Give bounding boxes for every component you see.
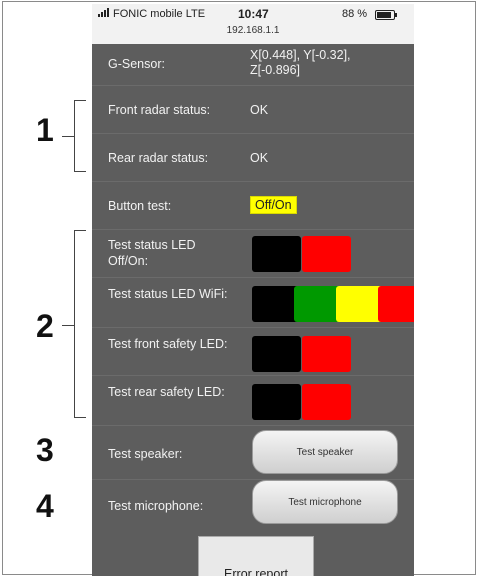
rear-safety-led-on-swatch[interactable] <box>302 384 351 420</box>
row-test-microphone: Test microphone: Test microphone <box>92 480 414 534</box>
battery-icon <box>375 10 397 20</box>
bracket-1-vertical <box>74 100 75 172</box>
bracket-1-pointer <box>62 136 74 137</box>
row-rear-safety-led: Test rear safety LED: <box>92 376 414 426</box>
g-sensor-value: X[0.448], Y[-0.32], Z[-0.896] <box>250 48 351 77</box>
g-sensor-label: G-Sensor: <box>108 57 165 71</box>
carrier-label: FONIC mobile LTE <box>113 8 206 20</box>
callout-4: 4 <box>36 488 54 524</box>
address-bar: 192.168.1.1 <box>226 25 280 36</box>
callout-2: 2 <box>36 308 54 344</box>
rear-safety-led-off-swatch[interactable] <box>252 384 301 420</box>
button-test-status-badge: Off/On <box>250 196 297 214</box>
row-button-test: Button test: Off/On <box>92 182 414 230</box>
bracket-2-top <box>74 230 86 231</box>
test-speaker-label: Test speaker: <box>108 447 183 461</box>
test-microphone-button[interactable]: Test microphone <box>252 480 398 524</box>
phone-screen: FONIC mobile LTE 10:47 88 % 192.168.1.1 … <box>92 4 414 576</box>
led-on-swatch[interactable] <box>302 236 351 272</box>
error-report-button[interactable]: Error report <box>198 536 314 576</box>
front-radar-value: OK <box>250 103 269 117</box>
row-status-led-wifi: Test status LED WiFi: <box>92 278 414 328</box>
button-test-label: Button test: <box>108 199 172 213</box>
row-front-safety-led: Test front safety LED: <box>92 328 414 376</box>
bracket-2-vertical <box>74 230 75 418</box>
row-front-radar: Front radar status: OK <box>92 86 414 134</box>
status-led-wifi-label: Test status LED WiFi: <box>108 287 228 301</box>
front-safety-led-on-swatch[interactable] <box>302 336 351 372</box>
bracket-2-pointer <box>62 325 74 326</box>
carrier-info: FONIC mobile LTE <box>98 8 205 20</box>
front-radar-label: Front radar status: <box>108 103 211 117</box>
test-speaker-button[interactable]: Test speaker <box>252 430 398 474</box>
front-safety-led-off-swatch[interactable] <box>252 336 301 372</box>
rear-radar-value: OK <box>250 151 269 165</box>
callout-1: 1 <box>36 112 54 148</box>
front-safety-led-label: Test front safety LED: <box>108 337 228 351</box>
bracket-1-top <box>74 100 86 101</box>
rear-radar-label: Rear radar status: <box>108 151 209 165</box>
row-test-speaker: Test speaker: Test speaker <box>92 426 414 480</box>
battery-percent: 88 % <box>342 8 368 20</box>
status-led-onoff-label: Test status LED Off/On: <box>108 238 196 268</box>
row-g-sensor: G-Sensor: X[0.448], Y[-0.32], Z[-0.896] <box>92 44 414 86</box>
callout-3: 3 <box>36 432 54 468</box>
led-off-swatch[interactable] <box>252 236 301 272</box>
row-status-led-onoff: Test status LED Off/On: <box>92 230 414 278</box>
status-bar: FONIC mobile LTE 10:47 88 % 192.168.1.1 <box>92 4 414 44</box>
test-microphone-label: Test microphone: <box>108 499 204 513</box>
bracket-2-bottom <box>74 417 86 418</box>
clock: 10:47 <box>238 7 269 21</box>
wifi-led-red-swatch[interactable] <box>378 286 414 322</box>
rear-safety-led-label: Test rear safety LED: <box>108 385 225 399</box>
bracket-1-bottom <box>74 171 86 172</box>
row-rear-radar: Rear radar status: OK <box>92 134 414 182</box>
signal-bars-icon <box>98 8 110 20</box>
